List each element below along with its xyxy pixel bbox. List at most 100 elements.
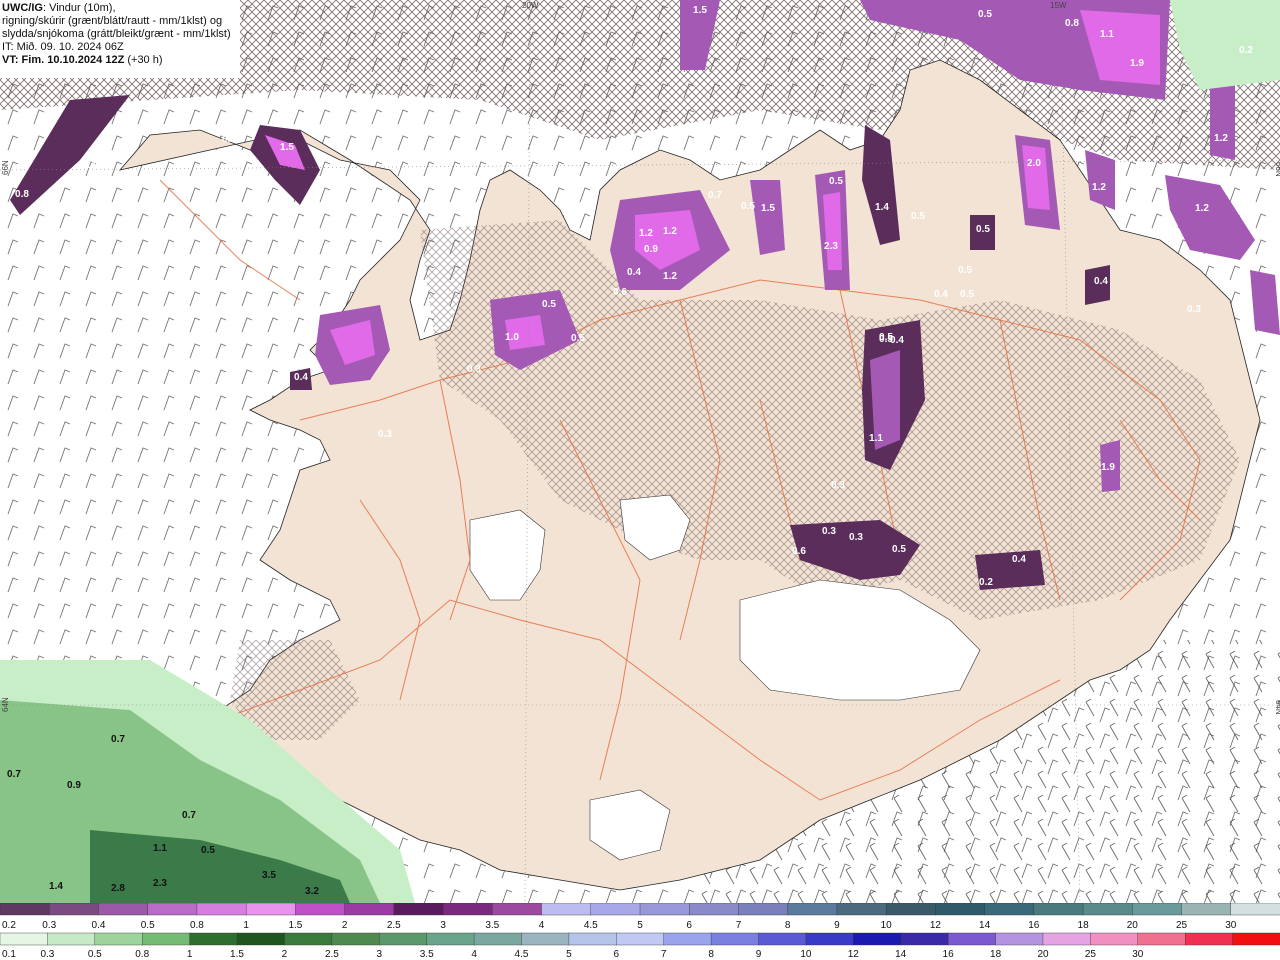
legend-snow-tick-label: 18 (1078, 920, 1090, 931)
legend-rain-swatch (616, 932, 665, 946)
legend-rain-swatch (284, 932, 333, 946)
header-info-box: UWC/IG: Vindur (10m), rigning/skúrir (gr… (0, 0, 240, 78)
snow-value-label: 1.5 (761, 203, 775, 214)
legend-rain-swatch (0, 932, 49, 946)
legend-rain-tick-label: 3.5 (420, 949, 434, 960)
legend-snow-swatch (738, 903, 789, 916)
legend-snow-tick-label: 8 (785, 920, 791, 931)
rain-value-label: 1.4 (49, 881, 63, 892)
legend-snow-swatch (590, 903, 641, 916)
legend-snow-swatch (689, 903, 740, 916)
snow-value-label: 0.4 (627, 267, 641, 278)
snow-value-label: 0.5 (960, 289, 974, 300)
legend-snow-swatch (1132, 903, 1183, 916)
legend-snow-tick-label: 0.3 (42, 920, 56, 931)
snow-value-label: 0.3 (822, 526, 836, 537)
legend-rain-tick-label: 20 (1037, 949, 1049, 960)
legend-snow-swatch (885, 903, 937, 916)
snow-value-label: 0.6 (792, 546, 806, 557)
legend-rain-swatch (805, 932, 855, 946)
rain-value-label: 0.7 (7, 769, 21, 780)
forecast-map: 20W 15W 66N 64N 66N 64N 1.5 0.4 0.4 0.8 0.5 0… (0, 0, 1280, 903)
legend-snow-tick-label: 1.5 (288, 920, 302, 931)
legend-rain-tick-label: 4.5 (515, 949, 529, 960)
snow-value-label: 0.9 (644, 244, 658, 255)
header-initial-time: IT: Mið. 09. 10. 2024 06Z (2, 41, 124, 53)
legend-rain-swatch (663, 932, 712, 946)
legend-snow-swatch (0, 903, 50, 916)
snow-value-label: 0.4 (934, 289, 948, 300)
snow-value-label: 0.4 (82, 160, 96, 171)
snow-value-label: 1.9 (1130, 58, 1144, 69)
legend-rain-swatch (1184, 932, 1234, 946)
snow-value-label: 0.3 (378, 429, 392, 440)
grid-label-left-64n: 64N (1, 697, 10, 712)
legend-rain-swatch (947, 932, 997, 946)
legend-rain-tick-label: 1 (187, 949, 193, 960)
legend-rain-tick-label: 16 (943, 949, 955, 960)
snow-value-label: 0.8 (15, 189, 29, 200)
legend-rain-swatch (47, 932, 96, 946)
snow-value-label: 1.0 (505, 332, 519, 343)
legend-rain-tick-label: 2 (282, 949, 288, 960)
legend-snow-swatch (245, 903, 297, 916)
legend-rain-swatch (1137, 932, 1186, 946)
legend-snow-tick-label: 5 (637, 920, 643, 931)
legend-snow-tick-label: 0.4 (92, 920, 106, 931)
snow-value-label: 0.2 (1239, 45, 1253, 56)
color-legend: 0.2 0.3 0.4 0.5 0.8 1 1.5 2 2.5 3 3.5 4 4.5 5 6 7 8 9 10 12… (0, 903, 1280, 960)
snow-value-label: 2.0 (1027, 158, 1041, 169)
legend-snow-swatch (442, 903, 494, 916)
grid-label-left-66n: 66N (1, 160, 10, 175)
legend-rain-tick-label: 0.8 (135, 949, 149, 960)
legend-rain-swatch (142, 932, 191, 946)
legend-snow-swatch (492, 903, 543, 916)
snow-value-label: 2.3 (824, 241, 838, 252)
legend-rain-swatch (710, 932, 760, 946)
legend-rain-swatch (1232, 932, 1280, 946)
legend-snow-tick-label: 10 (881, 920, 893, 931)
legend-rain-tick-label: 12 (848, 949, 860, 960)
legend-snow-swatch (49, 903, 100, 916)
header-line-3: slydda/snjókoma (grátt/bleikt/grænt - mm… (2, 28, 231, 40)
grid-label-right-66n: 66N (1274, 162, 1280, 177)
snow-value-label: 1.2 (639, 228, 653, 239)
snow-value-label: 1.9 (1101, 462, 1115, 473)
snow-value-label: 0.5 (976, 224, 990, 235)
legend-rain-row: 0.1 0.3 0.5 0.8 1 1.5 2 2.5 3 3.5 4 4.5 5 6 7 8 9 10 12 14 1… (0, 932, 1280, 960)
legend-snow-swatch (295, 903, 346, 916)
legend-rain-swatch (568, 932, 618, 946)
legend-rain-tick-label: 8 (708, 949, 714, 960)
snow-value-label: 1.2 (663, 271, 677, 282)
legend-rain-swatch (236, 932, 286, 946)
grid-label-top-15w: 15W (1050, 1, 1067, 10)
legend-rain-swatch (473, 932, 523, 946)
legend-rain-swatch (853, 932, 902, 946)
legend-snow-swatch (393, 903, 444, 916)
legend-rain-swatch (94, 932, 143, 946)
legend-rain-tick-label: 14 (895, 949, 907, 960)
legend-snow-swatch (147, 903, 198, 916)
legend-snow-tick-label: 16 (1028, 920, 1040, 931)
valid-time-offset: (+30 h) (124, 54, 163, 66)
snow-value-label: 0.5 (892, 544, 906, 555)
legend-snow-tick-label: 7 (736, 920, 742, 931)
legend-snow-tick-label: 20 (1127, 920, 1139, 931)
legend-rain-tick-label: 2.5 (325, 949, 339, 960)
legend-rain-swatch (995, 932, 1044, 946)
snow-value-label: 1.2 (1092, 182, 1106, 193)
legend-rain-swatch (900, 932, 949, 946)
legend-snow-swatch (541, 903, 592, 916)
legend-snow-tick-label: 0.5 (141, 920, 155, 931)
legend-snow-tick-label: 2.5 (387, 920, 401, 931)
legend-snow-tick-label: 3 (440, 920, 446, 931)
legend-snow-swatch (836, 903, 887, 916)
legend-snow-swatch (787, 903, 838, 916)
legend-rain-tick-label: 25 (1085, 949, 1097, 960)
snow-value-label: 0.3 (1187, 304, 1201, 315)
legend-snow-swatch (98, 903, 149, 916)
header-line-1: UWC/IG: Vindur (10m), (2, 2, 238, 15)
snow-value-label: 0.5 (542, 299, 556, 310)
snow-value-label: 0.5 (741, 201, 755, 212)
snow-value-label: 0.3 (222, 134, 236, 145)
